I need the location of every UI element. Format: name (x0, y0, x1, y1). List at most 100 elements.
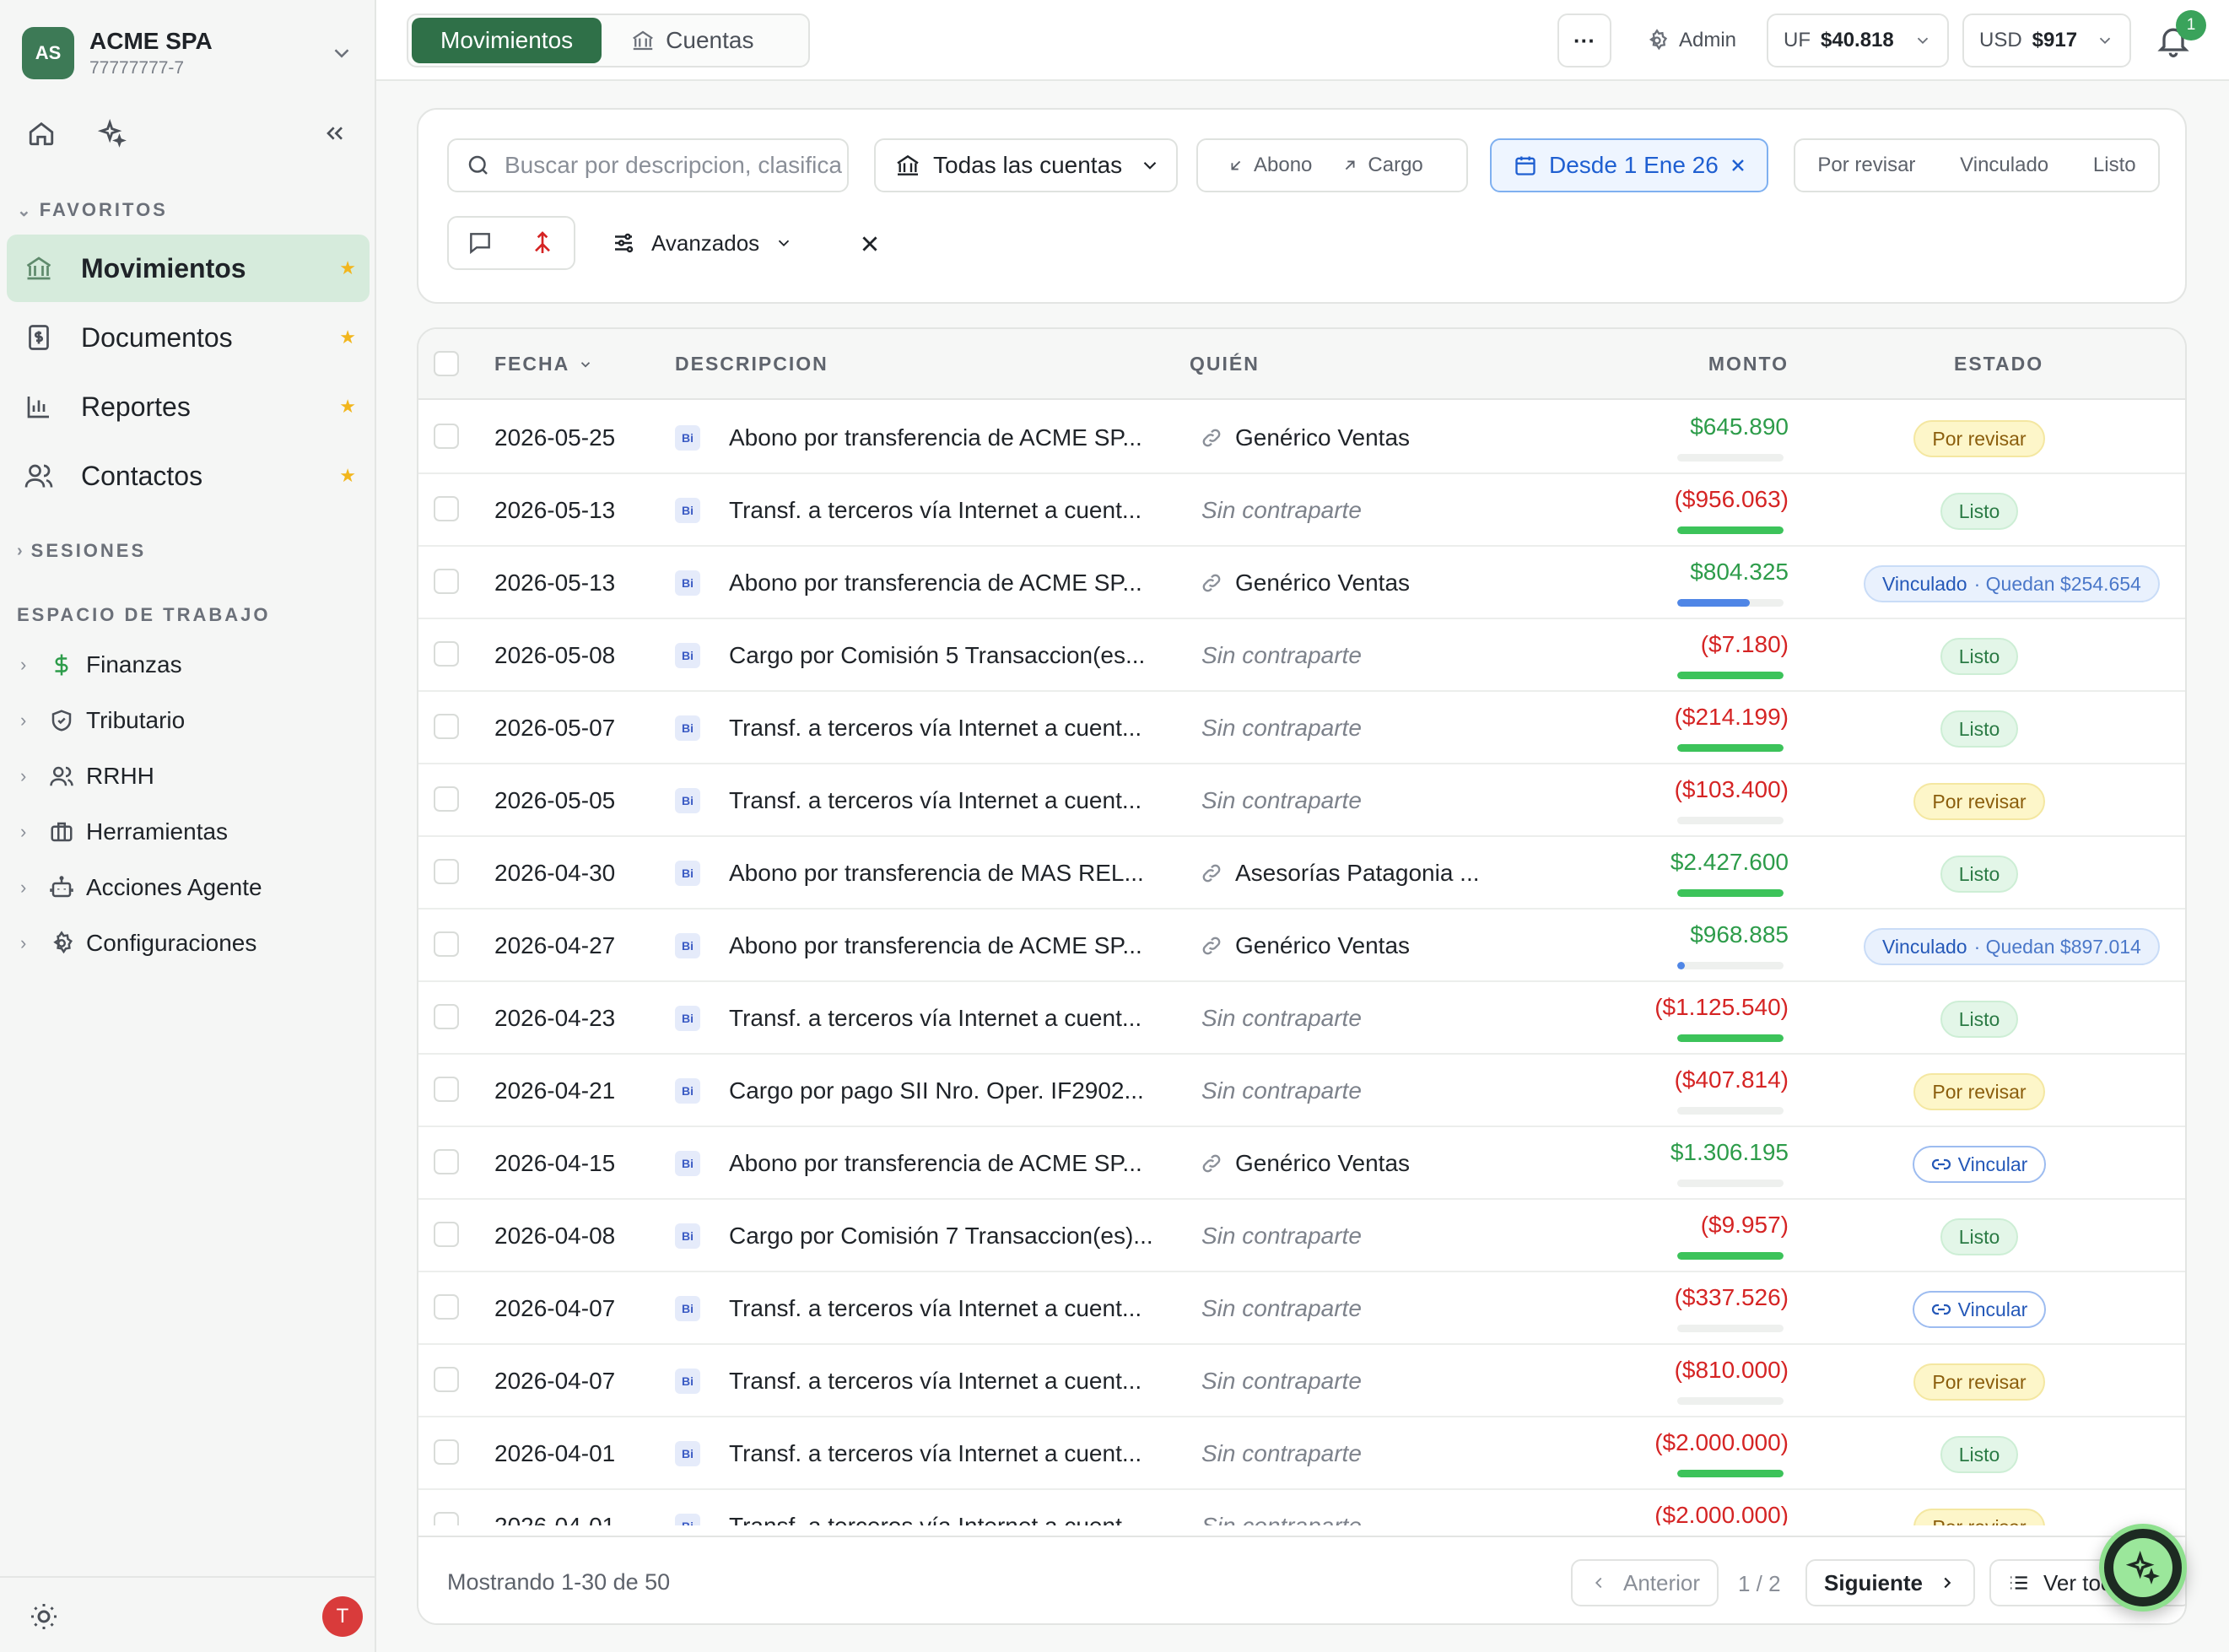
row-counterparty[interactable]: Sin contraparte (1201, 1345, 1362, 1417)
status-filter-listo[interactable]: Listo (2093, 154, 2136, 177)
table-row[interactable]: 2026-05-13 Bi Transf. a terceros vía Inter… (418, 474, 2185, 547)
tab-movimientos[interactable]: Movimientos (412, 18, 602, 63)
status-badge[interactable]: Listo (1940, 1001, 2019, 1038)
row-counterparty[interactable]: Genérico Ventas (1200, 402, 1410, 474)
table-row[interactable]: 2026-05-13 Bi Abono por transferencia de A… (418, 547, 2185, 619)
previous-page-button[interactable]: Anterior (1571, 1559, 1719, 1606)
status-badge[interactable]: Listo (1940, 1436, 2019, 1473)
row-checkbox[interactable] (434, 1077, 459, 1102)
sidebar-item-acciones-agente[interactable]: › Acciones Agente (20, 866, 366, 909)
search-box[interactable] (447, 138, 849, 192)
star-icon[interactable]: ★ (339, 327, 356, 348)
status-badge[interactable]: Listo (1940, 856, 2019, 893)
sidebar-item-reportes[interactable]: Reportes ★ (7, 373, 370, 440)
abono-filter-button[interactable]: Abono (1198, 154, 1312, 177)
accounts-select[interactable]: Todas las cuentas (874, 138, 1178, 192)
table-row[interactable]: 2026-05-08 Bi Cargo por Comisión 5 Transac… (418, 619, 2185, 692)
next-page-button[interactable]: Siguiente (1805, 1559, 1976, 1606)
admin-button[interactable]: Admin (1637, 13, 1746, 67)
sidebar-item-documentos[interactable]: Documentos ★ (7, 304, 370, 371)
row-counterparty[interactable]: Sin contraparte (1201, 764, 1362, 837)
row-checkbox[interactable] (434, 931, 459, 957)
status-badge[interactable]: Listo (1940, 638, 2019, 675)
home-button[interactable] (22, 114, 61, 153)
row-checkbox[interactable] (434, 859, 459, 884)
tab-cuentas[interactable]: Cuentas (602, 18, 782, 63)
comment-icon[interactable] (467, 229, 494, 256)
row-checkbox[interactable] (434, 786, 459, 812)
table-row[interactable]: 2026-04-21 Bi Cargo por pago SII Nro. Oper… (418, 1055, 2185, 1127)
uf-indicator[interactable]: UF $40.818 (1767, 13, 1949, 67)
row-counterparty[interactable]: Sin contraparte (1201, 692, 1362, 764)
org-switcher[interactable]: AS ACME SPA 77777777-7 (22, 24, 354, 83)
row-checkbox[interactable] (434, 496, 459, 521)
status-filter-por-revisar[interactable]: Por revisar (1817, 154, 1915, 177)
status-badge[interactable]: Listo (1940, 1218, 2019, 1255)
clear-filters-icon[interactable] (859, 233, 881, 255)
row-checkbox[interactable] (434, 1439, 459, 1465)
row-checkbox[interactable] (434, 1222, 459, 1247)
row-counterparty[interactable]: Sin contraparte (1201, 982, 1362, 1055)
table-row[interactable]: 2026-04-07 Bi Transf. a terceros vía Inter… (418, 1272, 2185, 1345)
table-row[interactable]: 2026-04-30 Bi Abono por transferencia de M… (418, 837, 2185, 910)
ai-assistant-button[interactable] (2099, 1524, 2187, 1612)
sidebar-item-finanzas[interactable]: › Finanzas (20, 644, 366, 686)
column-fecha[interactable]: FECHA (494, 353, 593, 375)
row-counterparty[interactable]: Sin contraparte (1201, 1417, 1362, 1490)
star-icon[interactable]: ★ (339, 257, 356, 279)
status-badge[interactable]: Vinculado · Quedan $897.014 (1864, 928, 2160, 965)
advanced-filters-button[interactable]: Avanzados (611, 228, 793, 258)
table-row[interactable]: 2026-04-08 Bi Cargo por Comisión 7 Transac… (418, 1200, 2185, 1272)
collapse-sidebar-button[interactable] (316, 114, 354, 153)
table-row[interactable]: 2026-04-01 Bi Transf. a terceros vía Inter… (418, 1490, 2185, 1525)
status-badge[interactable]: Por revisar (1913, 420, 2045, 457)
row-counterparty[interactable]: Genérico Ventas (1200, 547, 1410, 619)
sidebar-item-rrhh[interactable]: › RRHH (20, 755, 366, 797)
row-counterparty[interactable]: Sin contraparte (1201, 1055, 1362, 1127)
row-checkbox[interactable] (434, 424, 459, 449)
sessions-section-toggle[interactable]: › SESIONES (17, 540, 146, 562)
user-avatar[interactable]: T (322, 1596, 363, 1637)
status-badge[interactable]: Por revisar (1913, 783, 2045, 820)
table-row[interactable]: 2026-05-05 Bi Transf. a terceros vía Inter… (418, 764, 2185, 837)
star-icon[interactable]: ★ (339, 396, 356, 418)
row-counterparty[interactable]: Genérico Ventas (1200, 910, 1410, 982)
split-icon[interactable] (529, 229, 556, 256)
status-badge[interactable]: Listo (1940, 493, 2019, 530)
table-row[interactable]: 2026-04-15 Bi Abono por transferencia de A… (418, 1127, 2185, 1200)
status-badge[interactable]: Listo (1940, 710, 2019, 748)
row-checkbox[interactable] (434, 569, 459, 594)
table-row[interactable]: 2026-04-27 Bi Abono por transferencia de A… (418, 910, 2185, 982)
status-badge[interactable]: Por revisar (1913, 1363, 2045, 1401)
table-row[interactable]: 2026-04-01 Bi Transf. a terceros vía Inter… (418, 1417, 2185, 1490)
status-badge[interactable]: Por revisar (1913, 1509, 2045, 1525)
sidebar-item-tributario[interactable]: › Tributario (20, 699, 366, 742)
row-counterparty[interactable]: Sin contraparte (1201, 474, 1362, 547)
date-filter-chip[interactable]: Desde 1 Ene 26 (1490, 138, 1768, 192)
link-action-button[interactable]: Vincular (1912, 1146, 2047, 1183)
row-checkbox[interactable] (434, 1367, 459, 1392)
usd-indicator[interactable]: USD $917 (1962, 13, 2131, 67)
star-icon[interactable]: ★ (339, 465, 356, 487)
table-row[interactable]: 2026-04-07 Bi Transf. a terceros vía Inter… (418, 1345, 2185, 1417)
sidebar-item-configuraciones[interactable]: › Configuraciones (20, 922, 366, 964)
row-counterparty[interactable]: Asesorías Patagonia ... (1200, 837, 1480, 910)
close-icon[interactable] (1728, 155, 1748, 175)
favorites-section-toggle[interactable]: ⌄ FAVORITOS (17, 199, 168, 221)
sidebar-item-herramientas[interactable]: › Herramientas (20, 811, 366, 853)
select-all-checkbox[interactable] (434, 351, 459, 376)
theme-toggle-sun-icon[interactable] (29, 1601, 59, 1632)
search-input[interactable] (505, 152, 842, 179)
row-counterparty[interactable]: Sin contraparte (1201, 1200, 1362, 1272)
row-checkbox[interactable] (434, 1149, 459, 1174)
ai-button[interactable] (93, 114, 132, 153)
row-checkbox[interactable] (434, 1512, 459, 1525)
more-options-button[interactable]: ··· (1557, 13, 1611, 67)
status-badge[interactable]: Por revisar (1913, 1073, 2045, 1110)
cargo-filter-button[interactable]: Cargo (1312, 154, 1423, 177)
sidebar-item-contactos[interactable]: Contactos ★ (7, 442, 370, 510)
row-checkbox[interactable] (434, 1294, 459, 1320)
link-action-button[interactable]: Vincular (1912, 1291, 2047, 1328)
table-row[interactable]: 2026-05-07 Bi Transf. a terceros vía Inter… (418, 692, 2185, 764)
row-counterparty[interactable]: Sin contraparte (1201, 1490, 1362, 1525)
